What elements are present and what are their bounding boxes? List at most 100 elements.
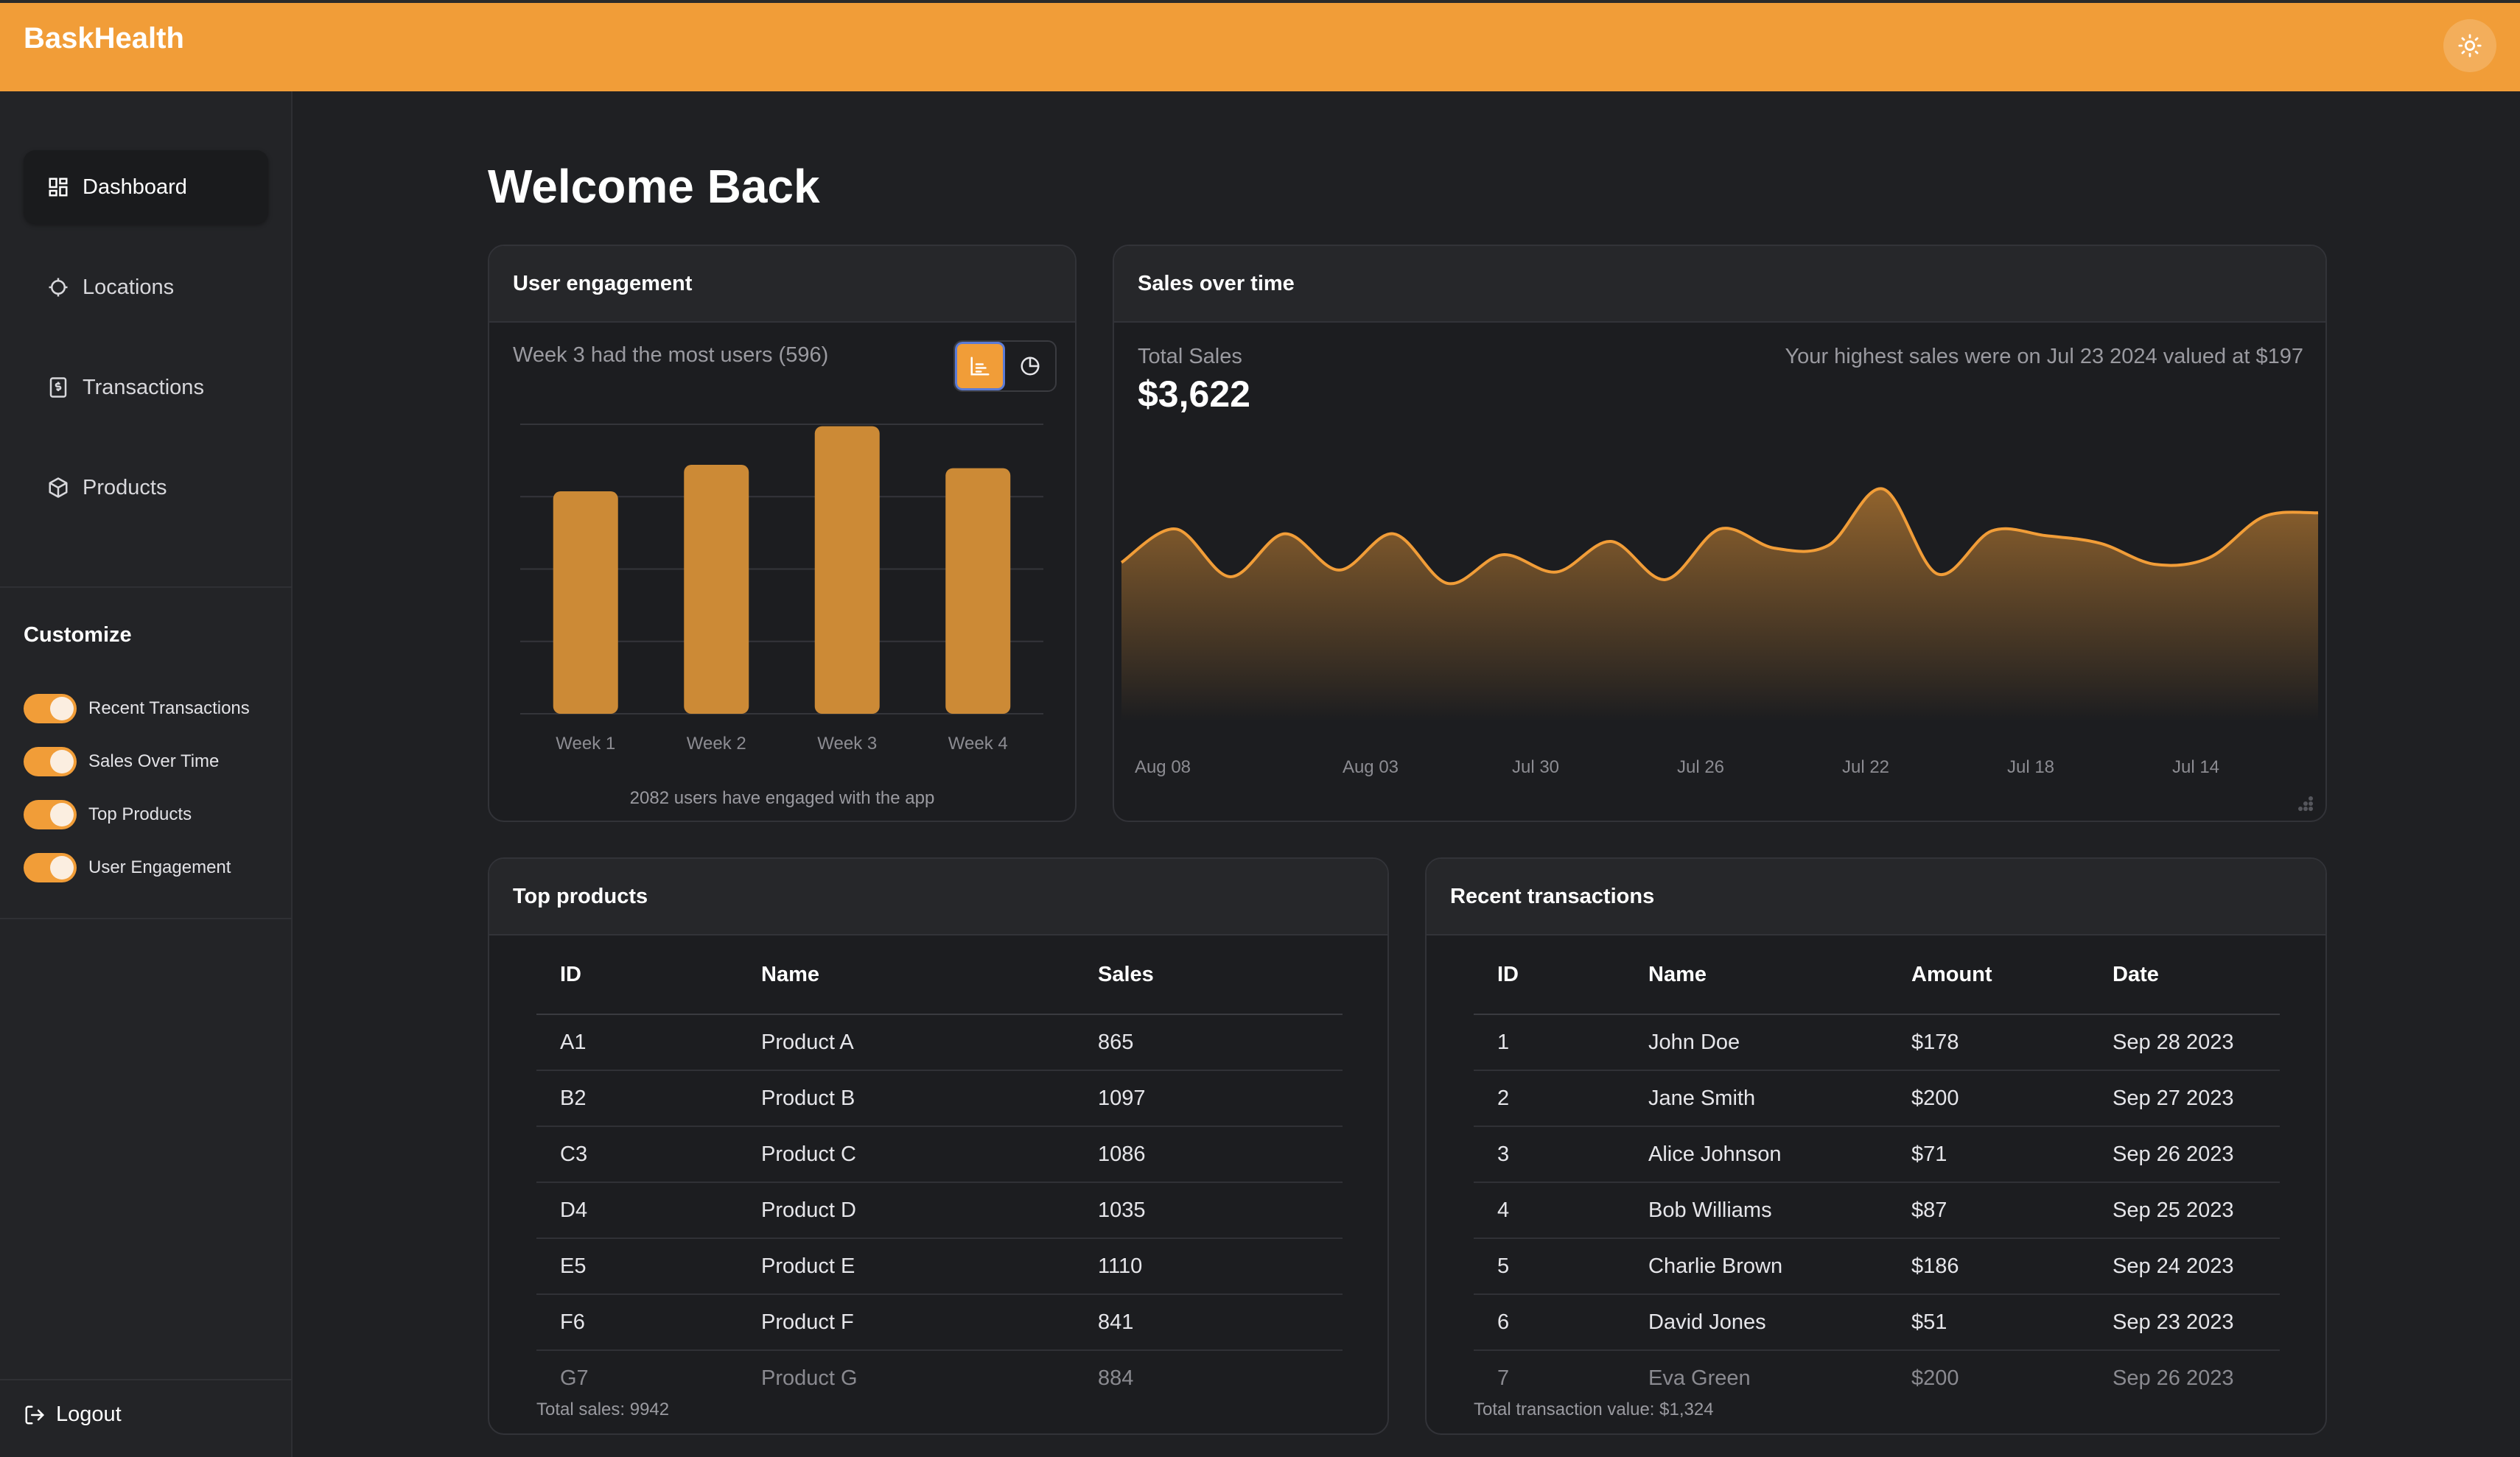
cell-id: 2 [1474, 1070, 1625, 1127]
sidebar-item-label: Dashboard [83, 175, 187, 199]
table-row[interactable]: E5 Product E 1110 [536, 1238, 1343, 1295]
cell-amount: $178 [1888, 1014, 2089, 1071]
package-icon [49, 477, 68, 498]
table-row[interactable]: F6 Product F 841 [536, 1294, 1343, 1351]
table-row[interactable]: 7 Eva Green $200 Sep 26 2023 [1474, 1350, 2280, 1405]
cell-date: Sep 27 2023 [2089, 1070, 2280, 1127]
x-tick-label: Jul 22 [1842, 757, 1889, 777]
x-tick-label: Aug 03 [1343, 757, 1399, 777]
logout-icon [25, 1405, 45, 1424]
cell-date: Sep 23 2023 [2089, 1294, 2280, 1351]
cell-id: B2 [536, 1070, 738, 1127]
bar-chart-toggle-button[interactable] [955, 342, 1005, 390]
cell-sales: 841 [1074, 1294, 1343, 1351]
cell-amount: $200 [1888, 1070, 2089, 1127]
resize-handle-icon[interactable] [2296, 794, 2315, 813]
top-products-card: Top products ID Name Sales A1 Product A … [488, 857, 1389, 1435]
engagement-summary: Week 3 had the most users (596) [513, 343, 829, 367]
bar-chart-icon [970, 357, 990, 376]
cell-date: Sep 25 2023 [2089, 1182, 2280, 1239]
card-title: User engagement [489, 246, 1075, 323]
column-header-id[interactable]: ID [1474, 935, 1625, 1015]
bar-2[interactable] [684, 465, 749, 714]
theme-toggle-button[interactable] [2443, 19, 2496, 72]
engagement-bar-chart: Week 1 Week 2 Week 3 Week 4 [520, 424, 1043, 754]
x-tick-label: Week 3 [817, 734, 877, 754]
dashboard-icon [49, 178, 68, 197]
sidebar-item-label: Locations [83, 275, 175, 299]
column-header-id[interactable]: ID [536, 935, 738, 1015]
cell-id: D4 [536, 1182, 738, 1239]
table-row[interactable]: 5 Charlie Brown $186 Sep 24 2023 [1474, 1238, 2280, 1295]
bar-3[interactable] [814, 426, 880, 714]
cell-name: Product A [738, 1014, 1074, 1071]
cell-name: Jane Smith [1625, 1070, 1888, 1127]
toggle-recent-transactions[interactable]: Recent Transactions [24, 692, 250, 725]
toggle-switch[interactable] [24, 800, 77, 829]
sidebar-divider [0, 918, 293, 919]
cell-id: 3 [1474, 1126, 1625, 1183]
cell-id: A1 [536, 1014, 738, 1071]
table-row[interactable]: 1 John Doe $178 Sep 28 2023 [1474, 1014, 2280, 1071]
pie-chart-icon [1021, 357, 1040, 376]
column-header-date[interactable]: Date [2089, 935, 2280, 1015]
column-header-amount[interactable]: Amount [1888, 935, 2089, 1015]
sidebar-item-products[interactable]: Products [24, 451, 268, 524]
logout-button[interactable]: Logout [24, 1402, 122, 1427]
sidebar-item-label: Transactions [83, 375, 204, 399]
table-row[interactable]: 4 Bob Williams $87 Sep 25 2023 [1474, 1182, 2280, 1239]
toggle-switch[interactable] [24, 747, 77, 776]
cell-id: 6 [1474, 1294, 1625, 1351]
cell-id: 5 [1474, 1238, 1625, 1295]
column-header-name[interactable]: Name [738, 935, 1074, 1015]
sidebar-item-dashboard[interactable]: Dashboard [24, 150, 268, 224]
table-row[interactable]: 2 Jane Smith $200 Sep 27 2023 [1474, 1070, 2280, 1127]
app-logo[interactable]: BaskHealth [24, 22, 184, 55]
table-row[interactable]: 6 David Jones $51 Sep 23 2023 [1474, 1294, 2280, 1351]
x-tick-label: Aug 08 [1135, 757, 1191, 777]
bar-4[interactable] [945, 468, 1011, 714]
toggle-label: User Engagement [88, 857, 231, 877]
toggle-top-products[interactable]: Top Products [24, 798, 192, 831]
column-header-sales[interactable]: Sales [1074, 935, 1343, 1015]
cell-amount: $87 [1888, 1182, 2089, 1239]
table-row[interactable]: A1 Product A 865 [536, 1014, 1343, 1071]
table-row[interactable]: D4 Product D 1035 [536, 1182, 1343, 1239]
toggle-switch[interactable] [24, 853, 77, 882]
recent-transactions-table: ID Name Amount Date 1 John Doe $178 Sep … [1474, 935, 2280, 1405]
sidebar-item-locations[interactable]: Locations [24, 250, 268, 324]
cell-amount: $51 [1888, 1294, 2089, 1351]
toggle-sales-over-time[interactable]: Sales Over Time [24, 745, 219, 778]
sun-icon [2458, 34, 2482, 57]
column-header-name[interactable]: Name [1625, 935, 1888, 1015]
crosshair-icon [49, 278, 68, 297]
table-row[interactable]: 3 Alice Johnson $71 Sep 26 2023 [1474, 1126, 2280, 1183]
sidebar-item-transactions[interactable]: Transactions [24, 351, 268, 424]
toggle-user-engagement[interactable]: User Engagement [24, 852, 231, 884]
sales-over-time-card: Sales over time Total Sales $3,622 Your … [1113, 245, 2327, 822]
cell-sales: 1097 [1074, 1070, 1343, 1127]
x-tick-label: Week 4 [948, 734, 1008, 754]
sales-area-chart: Aug 08 Aug 03 Jul 30 Jul 26 Jul 22 Jul 18 Jul … [1120, 487, 2319, 777]
cell-date: Sep 24 2023 [2089, 1238, 2280, 1295]
cell-name: Eva Green [1648, 1366, 1751, 1390]
cell-name: Product G [761, 1366, 858, 1390]
x-tick-label: Jul 14 [2172, 757, 2219, 777]
table-row[interactable]: B2 Product B 1097 [536, 1070, 1343, 1127]
bar-1[interactable] [553, 491, 618, 714]
receipt-icon [49, 377, 67, 398]
cell-id: 7 [1497, 1366, 1510, 1390]
cell-sales: 884 [1098, 1366, 1134, 1390]
cell-name: David Jones [1625, 1294, 1888, 1351]
engagement-footer: 2082 users have engaged with the app [629, 788, 935, 808]
cell-date: Sep 28 2023 [2089, 1014, 2280, 1071]
toggle-label: Top Products [88, 804, 192, 824]
sidebar-divider [0, 586, 293, 588]
table-row[interactable]: C3 Product C 1086 [536, 1126, 1343, 1183]
toggle-switch[interactable] [24, 694, 77, 723]
sidebar-item-label: Products [83, 475, 167, 499]
cell-name: Product B [738, 1070, 1074, 1127]
cell-amount: $186 [1888, 1238, 2089, 1295]
pie-chart-toggle-button[interactable] [1005, 342, 1055, 390]
table-row[interactable]: G7 Product G 884 [536, 1350, 1343, 1405]
